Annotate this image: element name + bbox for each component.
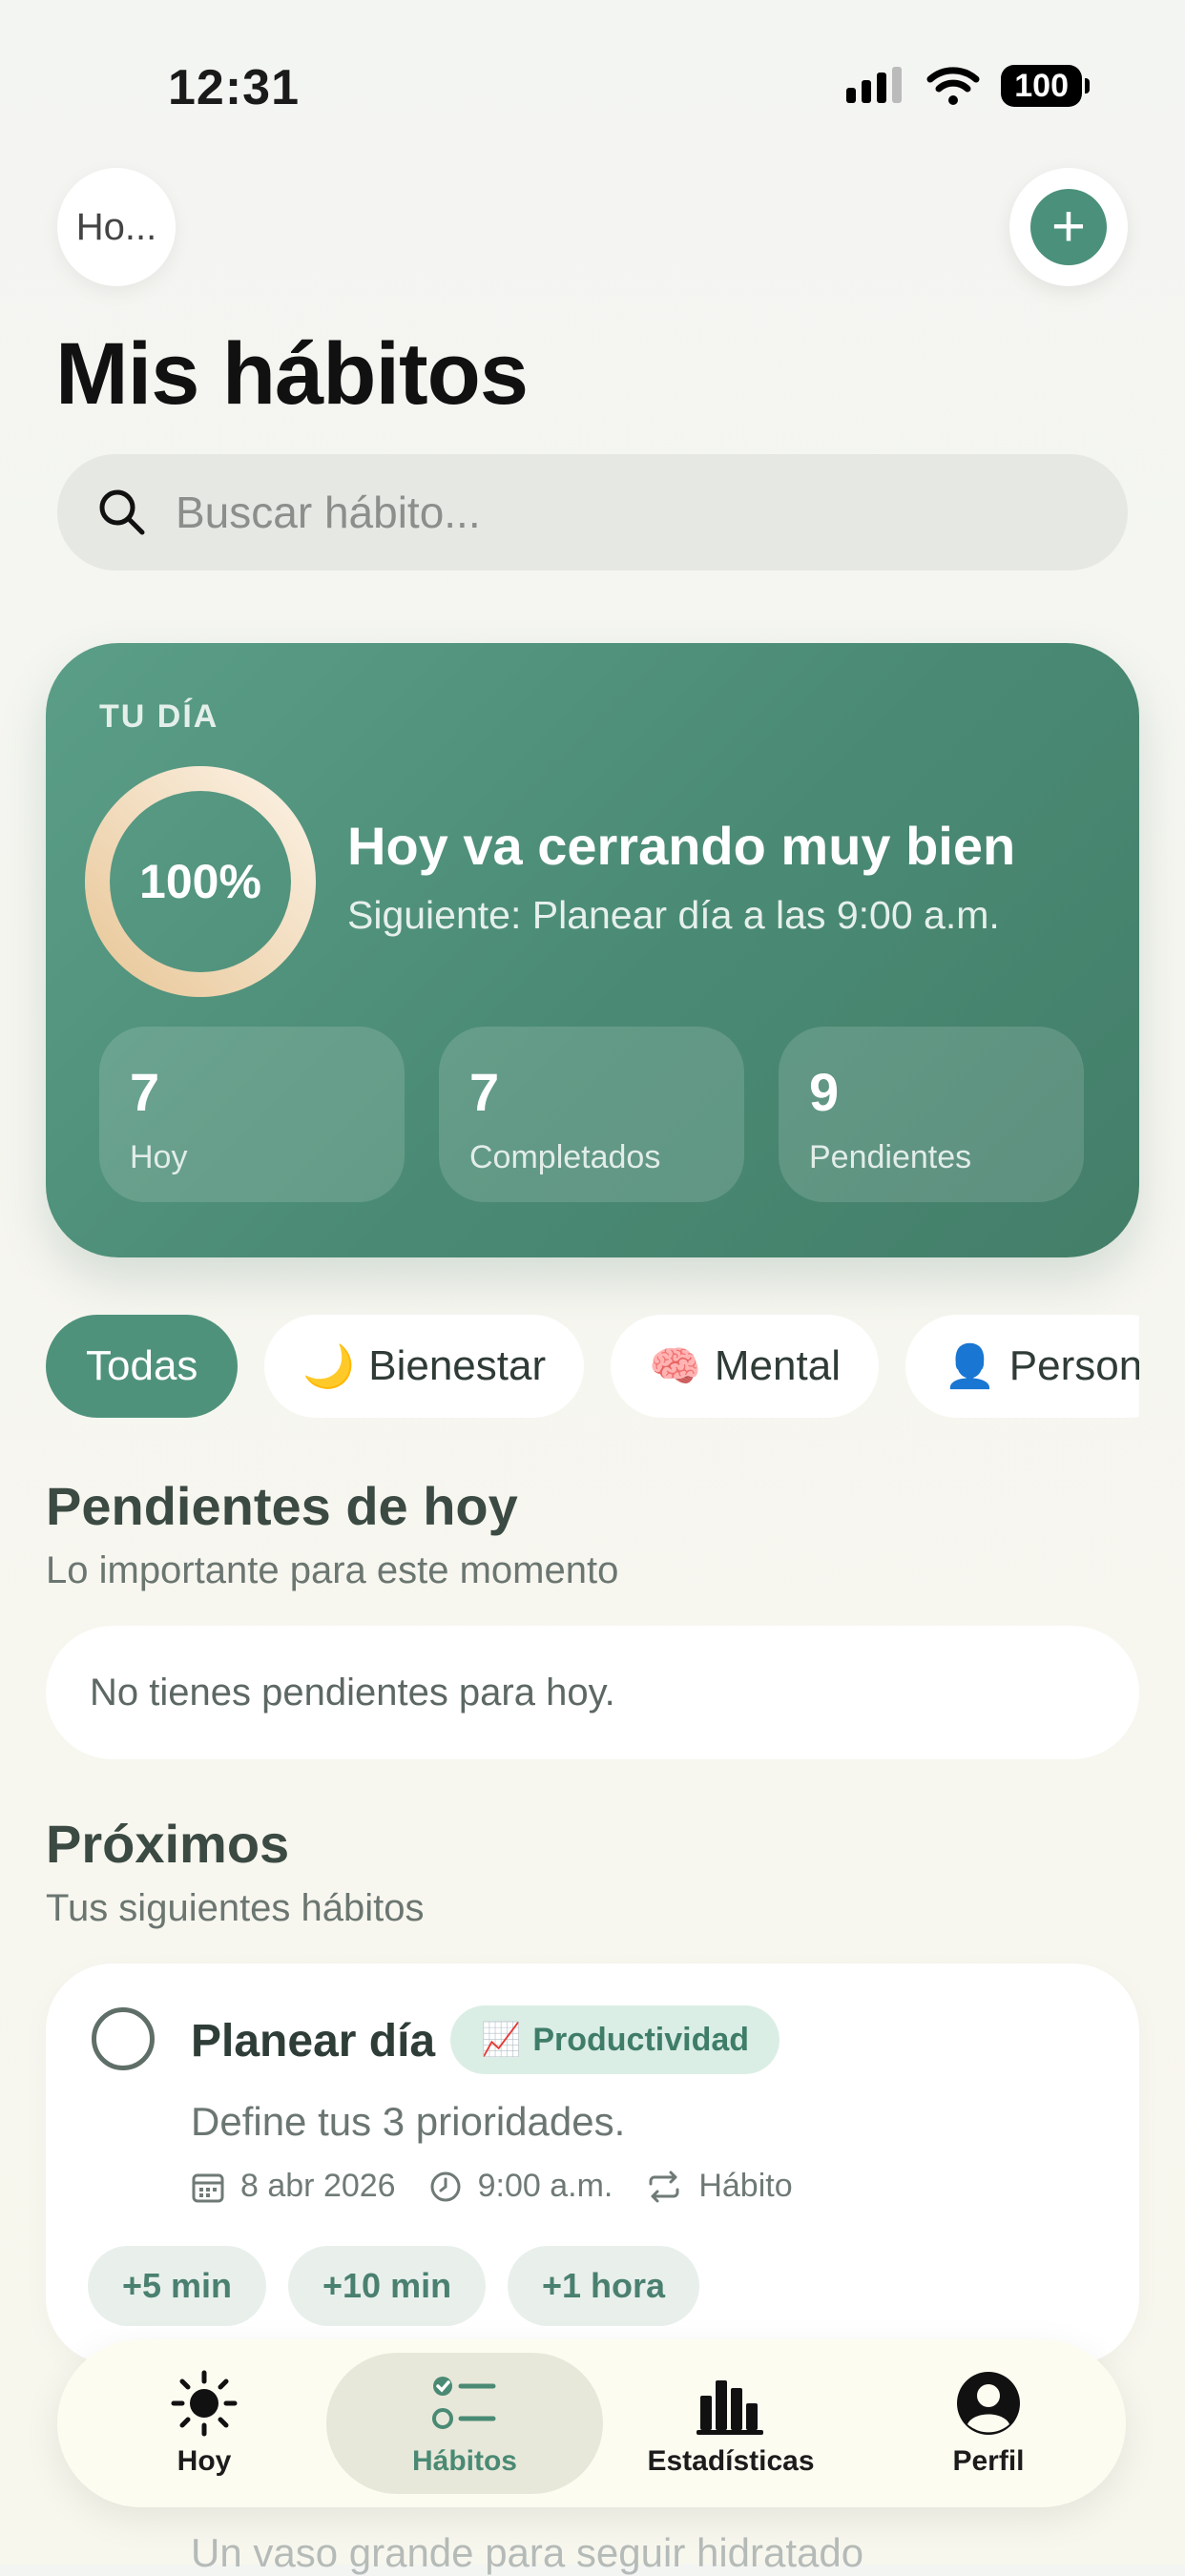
habit-meta: 8 abr 2026 9:00 a.m. Hábito <box>191 2168 825 2205</box>
snooze-1-hour-button[interactable]: +1 hora <box>508 2246 700 2326</box>
day-summary-card: TU DÍA 100% Hoy va cerrando muy bien Sig… <box>46 643 1139 1257</box>
habit-time: 9:00 a.m. <box>477 2168 613 2204</box>
search-icon <box>99 489 145 535</box>
add-habit-button[interactable]: + <box>1009 168 1128 286</box>
bar-chart-icon <box>696 2380 763 2435</box>
search-input[interactable] <box>174 486 1084 539</box>
habit-card[interactable]: Planear día 📈 Productividad Define tus 3… <box>46 1963 1139 2364</box>
tab-perfil[interactable]: Perfil <box>893 2339 1084 2507</box>
cellular-signal-icon <box>846 67 903 103</box>
filter-chip-bienestar[interactable]: 🌙 Bienestar <box>264 1315 585 1418</box>
chip-label: Bienestar <box>368 1342 547 1389</box>
status-icons: 100 <box>846 65 1090 107</box>
stat-value: 9 <box>809 1062 840 1122</box>
summary-next: Siguiente: Planear día a las 9:00 a.m. <box>347 893 1000 937</box>
moon-icon: 🌙 <box>302 1343 356 1390</box>
filter-chip-mental[interactable]: 🧠 Mental <box>611 1315 879 1418</box>
tab-label: Perfil <box>952 2445 1025 2477</box>
person-icon: 👤 <box>943 1343 996 1390</box>
chip-label: Person <box>1008 1342 1139 1389</box>
tab-hoy[interactable]: Hoy <box>109 2339 300 2507</box>
brain-icon: 🧠 <box>649 1343 701 1390</box>
checklist-icon <box>432 2377 496 2429</box>
sun-icon <box>171 2370 238 2437</box>
snooze-5-min-button[interactable]: +5 min <box>88 2246 267 2326</box>
stat-value: 7 <box>130 1062 160 1122</box>
tab-label: Estadísticas <box>647 2445 815 2477</box>
tab-estadisticas[interactable]: Estadísticas <box>626 2339 836 2507</box>
habit-description: Define tus 3 prioridades. <box>191 2099 626 2144</box>
upcoming-section-subtitle: Tus siguientes hábitos <box>46 1887 425 1929</box>
badge-label: Productividad <box>532 2021 750 2058</box>
next-habit-description: Un vaso grande para seguir hidratado <box>191 2530 864 2575</box>
habit-date: 8 abr 2026 <box>240 2168 396 2204</box>
wifi-icon <box>926 67 980 105</box>
bottom-tab-bar: Hoy Hábitos Estadísticas Perfil <box>57 2339 1126 2507</box>
repeat-icon <box>649 2171 679 2202</box>
progress-percent: 100% <box>139 855 261 908</box>
summary-eyebrow: TU DÍA <box>99 698 219 735</box>
tab-label: Hábitos <box>411 2445 517 2477</box>
habit-type: Hábito <box>698 2168 793 2204</box>
stat-pending: 9 Pendientes <box>779 1027 1084 1202</box>
search-bar[interactable] <box>57 454 1128 571</box>
stat-today: 7 Hoy <box>99 1027 405 1202</box>
battery-indicator: 100 <box>1001 65 1090 107</box>
status-time: 12:31 <box>168 60 300 115</box>
calendar-icon <box>192 2173 224 2202</box>
chart-up-icon: 📈 <box>481 2022 522 2058</box>
user-icon <box>957 2372 1020 2435</box>
upcoming-section-title: Próximos <box>46 1814 290 1874</box>
stat-value: 7 <box>469 1062 500 1122</box>
stat-label: Completados <box>469 1139 661 1175</box>
page-title: Mis hábitos <box>55 325 529 423</box>
stat-completed: 7 Completados <box>439 1027 744 1202</box>
summary-headline: Hoy va cerrando muy bien <box>347 816 1016 876</box>
filter-chip-personal[interactable]: 👤 Person <box>904 1315 1139 1418</box>
category-filters: Todas 🌙 Bienestar 🧠 Mental 👤 Person <box>46 1315 1139 1418</box>
habit-category-badge: 📈 Productividad <box>450 2005 780 2074</box>
snooze-10-min-button[interactable]: +10 min <box>288 2246 487 2326</box>
pending-section-title: Pendientes de hoy <box>46 1476 518 1536</box>
pending-section-subtitle: Lo importante para este momento <box>46 1549 619 1591</box>
back-button[interactable]: Ho... <box>57 168 176 286</box>
tab-label: Hoy <box>177 2445 232 2477</box>
plus-icon: + <box>1030 189 1107 265</box>
empty-message: No tienes pendientes para hoy. <box>90 1671 615 1714</box>
chip-label: Todas <box>86 1342 198 1389</box>
habit-name: Planear día <box>191 2016 436 2067</box>
clock-icon <box>430 2171 461 2201</box>
pending-empty-state: No tienes pendientes para hoy. <box>46 1626 1139 1759</box>
tab-habitos[interactable]: Hábitos <box>326 2353 603 2494</box>
stat-label: Hoy <box>130 1139 188 1175</box>
filter-chip-todas[interactable]: Todas <box>46 1315 239 1418</box>
stat-label: Pendientes <box>809 1139 972 1175</box>
chip-label: Mental <box>714 1342 841 1389</box>
habit-complete-checkbox[interactable] <box>92 2007 155 2070</box>
